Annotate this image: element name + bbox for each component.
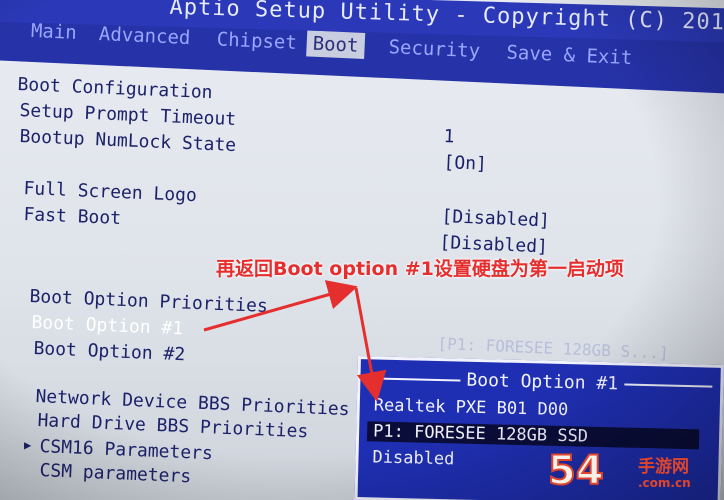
watermark-site-name: 手游网 xyxy=(638,457,689,477)
annotation-arrow-left xyxy=(203,280,358,332)
annotation-arrows xyxy=(203,280,387,402)
annotation-arrow-down xyxy=(354,287,387,402)
site-watermark: 54 手游网 .com.cn xyxy=(547,447,724,500)
watermark-site-url: .com.cn xyxy=(638,476,691,490)
annotation-text: 再返回Boot option #1设置硬盘为第一启动项 xyxy=(216,258,624,280)
bios-screen: Main Advanced Chipset Boot Security Save… xyxy=(0,0,724,500)
watermark-logo-number: 54 xyxy=(547,447,605,495)
